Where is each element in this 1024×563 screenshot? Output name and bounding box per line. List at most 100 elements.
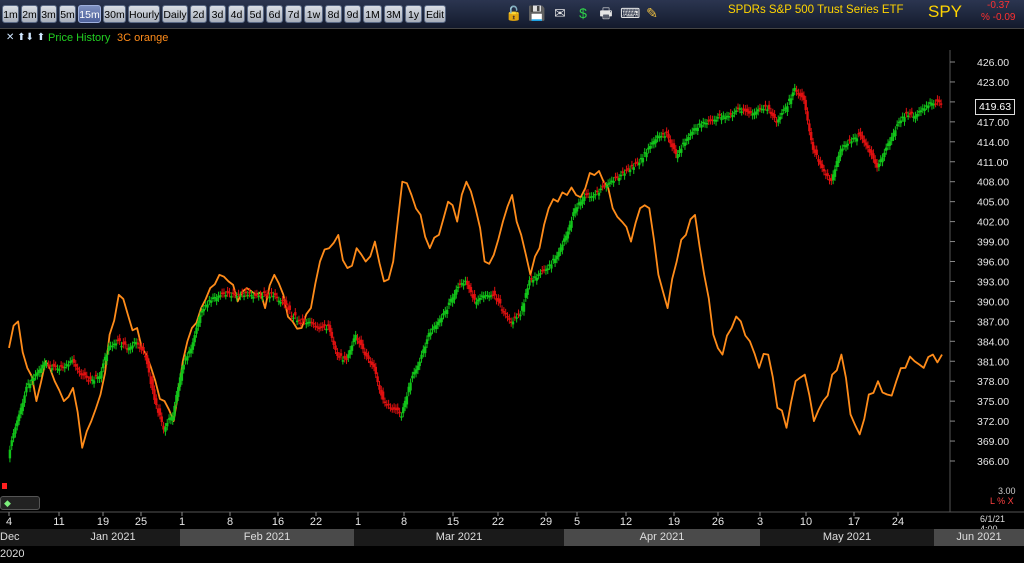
candle-body: [21, 402, 24, 412]
candle-body: [312, 323, 315, 325]
candle-body: [861, 135, 864, 140]
candle-body: [890, 136, 893, 142]
candle-body: [720, 117, 723, 121]
candle-body: [147, 362, 151, 373]
timeframe-button-4d[interactable]: 4d: [228, 5, 245, 23]
candle-body: [906, 115, 910, 118]
candle-body: [550, 264, 553, 269]
candle-body: [927, 105, 930, 109]
candle-body: [846, 143, 849, 146]
candle-body: [219, 295, 222, 297]
candle-body: [786, 106, 789, 112]
candle-body: [416, 365, 420, 371]
candle-body: [270, 292, 273, 294]
date-tick-label: 22: [310, 516, 322, 528]
timeframe-button-7d[interactable]: 7d: [285, 5, 302, 23]
save-icon[interactable]: 💾: [528, 4, 546, 22]
candle-body: [111, 345, 114, 348]
date-axis: 4 11 19 25 1 8 16 22 1 8 15 22 29 5 12 19 26 3 10 17 24: [0, 511, 1024, 528]
mail-icon[interactable]: ✉: [551, 4, 569, 22]
candle-body: [32, 377, 35, 381]
legend-3c-orange[interactable]: 3C orange: [117, 32, 168, 44]
price-tick-label: 417.00: [977, 117, 1009, 129]
timeframe-button-8d[interactable]: 8d: [325, 5, 342, 23]
candle-body: [773, 114, 776, 118]
timeframe-button-5d[interactable]: 5d: [247, 5, 264, 23]
candle-body: [533, 276, 537, 278]
candle-body: [546, 268, 549, 271]
date-tick-label: 1: [179, 516, 185, 528]
candle-body: [361, 343, 365, 350]
candle-body: [23, 395, 26, 403]
candle-body: [224, 295, 227, 297]
candle-body: [209, 300, 213, 303]
candle-body: [872, 153, 875, 159]
candle-body: [72, 359, 76, 363]
candle-body: [517, 313, 520, 316]
price-tick-label: 405.00: [977, 197, 1009, 209]
candle-body: [222, 292, 226, 294]
candle-body: [605, 185, 608, 188]
timeframe-button-5m[interactable]: 5m: [59, 5, 76, 23]
timeframe-button-30m[interactable]: 30m: [103, 5, 126, 23]
candle-body: [665, 131, 668, 134]
timeframe-button-2m[interactable]: 2m: [21, 5, 38, 23]
lock-icon[interactable]: 🔓: [505, 4, 523, 22]
timeframe-button-1m[interactable]: 1M: [363, 5, 382, 23]
candle-body: [118, 338, 121, 342]
keyboard-icon[interactable]: ⌨: [620, 4, 640, 22]
candle-body: [638, 162, 641, 166]
candle-body: [738, 108, 742, 110]
candle-body: [473, 293, 476, 300]
candle-body: [903, 117, 906, 122]
red-marker-icon: [2, 483, 7, 489]
candle-body: [733, 112, 736, 114]
candle-body: [764, 104, 767, 107]
candle-body: [885, 147, 888, 151]
legend-arrows-icon[interactable]: ✕ ⬆⬇ ⬆: [6, 32, 45, 43]
indicator-units: L % X: [990, 496, 1014, 506]
candle-body: [228, 292, 231, 294]
candle-body: [429, 332, 432, 336]
price-tick-label: 426.00: [977, 57, 1009, 69]
candle-body: [466, 280, 469, 286]
timeframe-button-9d[interactable]: 9d: [344, 5, 361, 23]
candle-body: [691, 131, 694, 135]
candle-body: [667, 133, 670, 139]
candle-body: [608, 182, 612, 184]
candle-body: [469, 286, 473, 293]
candle-body: [815, 149, 818, 156]
candle-body: [683, 142, 687, 146]
candle-body: [321, 326, 324, 328]
candle-body: [625, 169, 628, 172]
timeframe-button-15m[interactable]: 15m: [78, 5, 101, 23]
candle-body: [462, 283, 465, 286]
timeframe-button-1w[interactable]: 1w: [304, 5, 323, 23]
timeframe-button-1y[interactable]: 1y: [405, 5, 422, 23]
timeframe-button-edit[interactable]: Edit: [424, 5, 446, 23]
scroll-handle[interactable]: ◆: [0, 496, 40, 510]
timeframe-button-3m[interactable]: 3m: [40, 5, 57, 23]
print-icon[interactable]: 🖶: [597, 4, 615, 22]
candle-body: [383, 401, 387, 404]
timeframe-button-3d[interactable]: 3d: [209, 5, 226, 23]
candle-body: [627, 168, 630, 170]
timeframe-button-2d[interactable]: 2d: [190, 5, 207, 23]
pencil-icon[interactable]: ✎: [643, 4, 661, 22]
dollar-icon[interactable]: $: [574, 4, 592, 22]
date-tick-label: 29: [540, 516, 552, 528]
timeframe-button-1m[interactable]: 1m: [2, 5, 19, 23]
timeframe-button-3m[interactable]: 3M: [384, 5, 403, 23]
timeframe-button-daily[interactable]: Daily: [162, 5, 188, 23]
candle-body: [740, 111, 743, 113]
candle-body: [597, 192, 601, 196]
candle-body: [705, 122, 709, 125]
legend-price-history[interactable]: Price History: [48, 32, 110, 44]
timeframe-button-hourly[interactable]: Hourly: [128, 5, 160, 23]
timeframe-button-6d[interactable]: 6d: [266, 5, 283, 23]
candle-body: [180, 369, 184, 381]
candle-body: [623, 173, 626, 176]
date-tick-label: 17: [848, 516, 860, 528]
month-label: Mar 2021: [435, 531, 483, 543]
candle-body: [239, 295, 242, 298]
